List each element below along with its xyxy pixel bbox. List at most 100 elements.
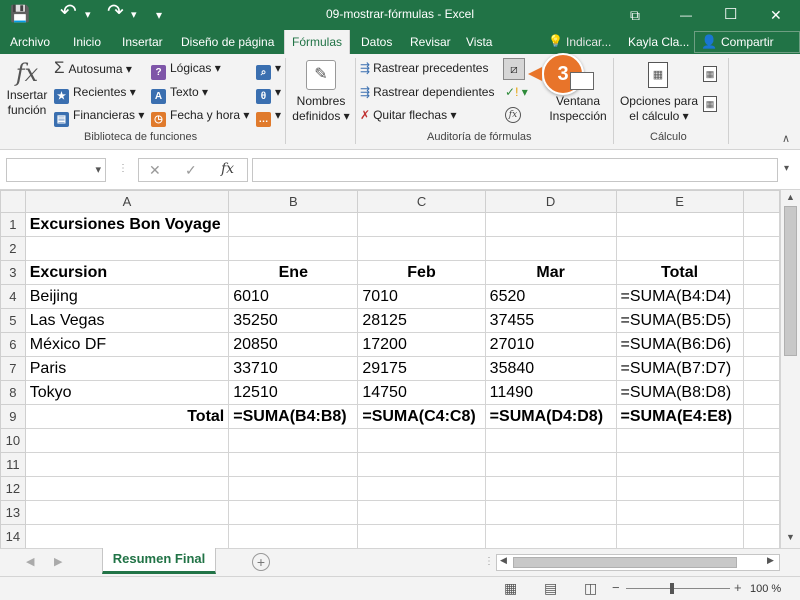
cell[interactable] [742,260,780,285]
cell[interactable]: 11490 [484,380,617,405]
tab-insertar[interactable]: Insertar [115,30,170,54]
column-header[interactable]: B [228,190,359,213]
row-header[interactable]: 14 [0,524,26,548]
tab-datos[interactable]: Datos [354,30,399,54]
formula-cell[interactable]: =SUMA(B4:D4) [615,284,744,309]
cell[interactable] [742,476,780,501]
formula-cell[interactable]: =SUMA(B4:B8) [228,404,359,429]
cell[interactable] [615,476,744,501]
tab-diseno-de-pagina[interactable]: Diseño de página [174,30,281,54]
redo-icon[interactable]: ↷ [107,2,124,22]
close-icon[interactable]: ✕ [770,5,782,25]
cell[interactable]: 12510 [228,380,359,405]
formula-cell[interactable]: =SUMA(B5:D5) [615,308,744,333]
cell[interactable] [357,236,486,261]
cell[interactable] [484,452,617,477]
add-sheet-icon[interactable]: + [252,553,270,571]
cell[interactable] [742,356,780,381]
tab-revisar[interactable]: Revisar [403,30,458,54]
cell[interactable] [484,236,617,261]
cell[interactable] [484,428,617,453]
watch-window-button[interactable]: Ventana Inspección [548,58,608,128]
maximize-icon[interactable]: ☐ [724,5,737,25]
logical-functions-button[interactable]: ? Lógicas ▾ [151,60,221,80]
row-header[interactable]: 10 [0,428,26,453]
scroll-up-icon[interactable]: ▲ [786,192,795,202]
cell[interactable] [615,428,744,453]
cell[interactable]: 7010 [357,284,486,309]
evaluate-formula-icon[interactable]: fx [505,107,521,123]
collapse-ribbon-icon[interactable]: ∧ [782,132,790,145]
cell[interactable] [742,284,780,309]
row-header[interactable]: 12 [0,476,26,501]
formula-cell[interactable]: =SUMA(D4:D8) [484,404,617,429]
cell[interactable] [24,428,230,453]
tab-archivo[interactable]: Archivo [3,30,57,54]
cell[interactable] [24,236,230,261]
recent-functions-button[interactable]: ★ Recientes ▾ [54,84,136,104]
column-header[interactable]: D [484,190,617,213]
undo-dropdown-icon[interactable]: ▾ [85,5,91,25]
scroll-left-icon[interactable]: ◀ [500,555,507,566]
cell[interactable] [742,236,780,261]
row-header[interactable]: 2 [0,236,26,261]
normal-view-icon[interactable]: ▦ [504,580,517,597]
tab-splitter-icon[interactable]: ⋮ [484,556,494,567]
cell[interactable]: 20850 [228,332,359,357]
insert-function-icon[interactable]: fx [221,161,234,177]
cell[interactable]: Tokyo [24,380,230,405]
cell[interactable] [484,500,617,525]
row-header[interactable]: 9 [0,404,26,429]
calculate-sheet-icon[interactable]: ▦ [703,96,717,112]
zoom-level[interactable]: 100 % [750,583,781,595]
total-label-cell[interactable]: Total [24,404,230,429]
cell[interactable] [742,428,780,453]
cell[interactable]: 33710 [228,356,359,381]
cell[interactable]: Las Vegas [24,308,230,333]
cell[interactable] [742,404,780,429]
cell[interactable]: Beijing [24,284,230,309]
error-checking-button[interactable]: ✓! ▾ [505,84,528,100]
cell[interactable]: 37455 [484,308,617,333]
header-cell[interactable]: Excursion [24,260,230,285]
formula-cell[interactable]: =SUMA(B6:D6) [615,332,744,357]
more-functions-button[interactable]: … ▾ [256,107,281,127]
row-header[interactable]: 5 [0,308,26,333]
trace-precedents-button[interactable]: ⇶ Rastrear precedentes [360,60,488,76]
cell[interactable]: 14750 [357,380,486,405]
calculate-now-icon[interactable]: ▦ [703,66,717,82]
financial-functions-button[interactable]: ▤ Financieras ▾ [54,107,144,127]
expand-formula-bar-icon[interactable]: ▾ [784,163,789,174]
header-cell[interactable]: Feb [357,260,486,285]
cell[interactable] [357,500,486,525]
cell[interactable]: México DF [24,332,230,357]
column-header[interactable] [742,190,780,213]
cell[interactable] [742,308,780,333]
trace-dependents-button[interactable]: ⇶ Rastrear dependientes [360,84,494,100]
cell-A1[interactable]: Excursiones Bon Voyage [24,212,230,237]
cell[interactable] [228,236,359,261]
formula-input[interactable] [252,158,778,182]
column-header[interactable]: E [615,190,744,213]
prev-sheet-icon[interactable]: ◀ [26,555,34,568]
zoom-slider[interactable] [626,588,730,589]
horizontal-scroll-thumb[interactable] [513,557,737,568]
cell[interactable] [484,212,617,237]
cell[interactable] [228,212,359,237]
cell[interactable]: 29175 [357,356,486,381]
cell[interactable] [484,524,617,548]
name-box-dropdown-icon[interactable]: ▾ [95,159,101,181]
formula-cell[interactable]: =SUMA(B7:D7) [615,356,744,381]
share-button[interactable]: 👤 Compartir [694,31,800,53]
name-box[interactable]: ▾ [6,158,106,182]
horizontal-scrollbar[interactable]: ◀ ▶ [496,554,780,571]
column-header[interactable]: C [357,190,486,213]
cell[interactable]: 28125 [357,308,486,333]
user-name[interactable]: Kayla Cla... [628,35,689,49]
cell[interactable] [228,452,359,477]
minimize-icon[interactable]: — [680,5,692,25]
cell[interactable] [357,476,486,501]
text-functions-button[interactable]: A Texto ▾ [151,84,208,104]
cell[interactable] [742,452,780,477]
cell[interactable] [742,332,780,357]
